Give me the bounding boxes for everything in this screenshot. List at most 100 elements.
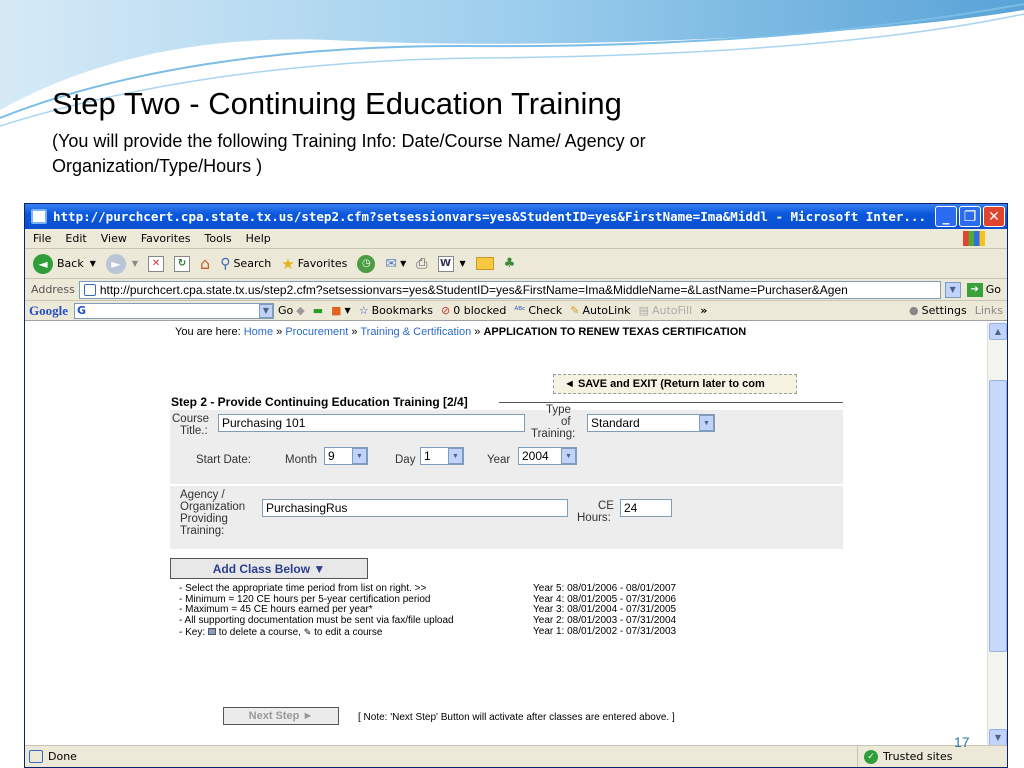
ce-hours-label-1: CE	[598, 500, 614, 512]
breadcrumb-training-link[interactable]: Training & Certification	[360, 326, 471, 338]
autolink-button[interactable]: ✎ AutoLink	[570, 304, 630, 317]
menu-bar: File Edit View Favorites Tools Help	[25, 229, 1007, 249]
print-button[interactable]: ⎙	[416, 256, 427, 272]
menu-file[interactable]: File	[33, 232, 51, 245]
google-search-value: G	[77, 304, 87, 317]
bookmarks-label: Bookmarks	[371, 304, 434, 317]
next-step-button[interactable]: Next Step ►	[223, 707, 339, 725]
save-exit-button[interactable]: ◄ SAVE and EXIT (Return later to com	[553, 374, 797, 394]
chevron-down-icon: ▼	[699, 415, 714, 431]
home-icon: ⌂	[200, 254, 211, 273]
menu-view[interactable]: View	[101, 232, 127, 245]
breadcrumb-procurement-link[interactable]: Procurement	[285, 326, 348, 338]
chevron-down-icon: ▼	[561, 448, 576, 464]
menu-tools[interactable]: Tools	[205, 232, 232, 245]
chevron-down-icon: ▼	[400, 259, 407, 268]
slide-title: Step Two - Continuing Education Training	[52, 86, 622, 121]
scroll-thumb[interactable]	[989, 380, 1007, 652]
settings-button[interactable]: ● Settings	[909, 304, 967, 317]
popup-blocker-button[interactable]: ⊘ 0 blocked	[441, 304, 506, 317]
edit-button[interactable]: W ▼	[437, 255, 466, 272]
ce-hours-input[interactable]: 24	[620, 499, 672, 517]
key-prefix: - Key:	[179, 626, 206, 638]
page-number: 17	[954, 734, 970, 750]
go-button[interactable]: ➔ Go	[966, 282, 1001, 297]
standard-toolbar: ◄ Back ▼ ► ▼ ✕ ↻ ⌂ ⚲ Search ★ Favorites …	[25, 249, 1007, 279]
chevron-down-icon[interactable]: ▼	[259, 303, 273, 318]
autolink-icon: ✎	[570, 304, 580, 317]
stop-button[interactable]: ✕	[148, 255, 165, 272]
breadcrumb-home-link[interactable]: Home	[244, 326, 273, 338]
chevron-down-icon: ▼	[344, 306, 351, 315]
close-button[interactable]: ✕	[983, 206, 1005, 227]
type-select[interactable]: Standard ▼	[587, 414, 715, 432]
agency-input[interactable]: PurchasingRus	[262, 499, 568, 517]
menu-favorites[interactable]: Favorites	[141, 232, 191, 245]
news-icon: ■	[331, 304, 342, 317]
vertical-scrollbar[interactable]: ▲ ▼	[987, 322, 1007, 747]
bookmarks-button[interactable]: ☆ Bookmarks	[359, 304, 433, 317]
forward-button[interactable]: ► ▼	[105, 253, 139, 274]
history-button[interactable]: ◷	[357, 254, 376, 273]
history-icon: ◷	[357, 254, 376, 273]
chevron-down-icon: ▼	[131, 259, 139, 268]
security-zone: ✓ Trusted sites	[857, 746, 1007, 767]
scroll-down-icon[interactable]: ▼	[989, 729, 1007, 746]
pagerank-icon[interactable]: ▬	[313, 304, 323, 317]
settings-icon: ●	[909, 304, 919, 317]
key-edit-text: to edit a course	[314, 626, 383, 638]
toolbar-overflow-button[interactable]: »	[700, 304, 707, 317]
chevron-down-icon: ◆	[296, 304, 305, 317]
stop-icon: ✕	[148, 255, 165, 272]
security-zone-text: Trusted sites	[883, 750, 953, 763]
address-input[interactable]: http://purchcert.cpa.state.tx.us/step2.c…	[78, 280, 941, 299]
google-search-input[interactable]: G ▼	[74, 302, 274, 319]
search-button[interactable]: ⚲ Search	[220, 256, 271, 272]
minimize-button[interactable]: _	[935, 206, 957, 227]
home-button[interactable]: ⌂	[200, 254, 210, 273]
slide: Step Two - Continuing Education Training…	[0, 0, 1024, 768]
google-go-button[interactable]: Go ◆	[278, 304, 305, 317]
folder-button[interactable]	[475, 257, 494, 270]
links-button[interactable]: Links	[975, 304, 1003, 317]
address-label: Address	[31, 283, 75, 296]
add-class-button[interactable]: Add Class Below ▼	[170, 558, 368, 579]
instructions-list: - Select the appropriate time period fro…	[179, 583, 539, 639]
type-label-1: Type	[546, 404, 571, 416]
edit-icon: ✎	[303, 626, 312, 637]
blocked-label: 0 blocked	[453, 304, 507, 317]
news-button[interactable]: ■ ▼	[331, 304, 351, 317]
mail-button[interactable]: ✉ ▼	[385, 256, 406, 272]
month-select[interactable]: 9 ▼	[324, 447, 368, 465]
star-outline-icon: ☆	[358, 304, 369, 317]
address-url: http://purchcert.cpa.state.tx.us/step2.c…	[99, 282, 848, 297]
course-title-input[interactable]: Purchasing 101	[218, 414, 525, 432]
year-select[interactable]: 2004 ▼	[518, 447, 577, 465]
day-select[interactable]: 1 ▼	[420, 447, 464, 465]
slide-subtitle: (You will provide the following Training…	[52, 131, 646, 176]
page-icon	[83, 283, 96, 296]
spellcheck-button[interactable]: ᴬᴮᶜ Check	[514, 304, 562, 317]
year-select-value: 2004	[522, 449, 549, 463]
messenger-button[interactable]: ♣	[504, 256, 516, 271]
chevron-down-icon: ▼	[459, 259, 466, 268]
instruction-item-key: - Key: to delete a course, ✎ to edit a c…	[179, 627, 539, 639]
scroll-up-icon[interactable]: ▲	[989, 323, 1007, 340]
restore-button[interactable]: ❐	[959, 206, 981, 227]
chevron-down-icon: ▼	[89, 259, 96, 268]
page-content: You are here: Home » Procurement » Train…	[25, 322, 987, 747]
blocked-icon: ⊘	[441, 304, 451, 317]
next-step-note: [ Note: 'Next Step' Button will activate…	[358, 712, 675, 723]
address-dropdown-icon[interactable]: ▼	[944, 281, 961, 298]
agency-label-1: Agency /	[180, 489, 225, 501]
menu-help[interactable]: Help	[246, 232, 271, 245]
course-title-label-1: Course	[172, 413, 210, 425]
favorites-button[interactable]: ★ Favorites	[281, 255, 347, 273]
agency-label-2: Organization	[180, 501, 246, 513]
agency-label-4: Training:	[180, 525, 225, 537]
back-button[interactable]: ◄ Back ▼	[33, 253, 96, 274]
print-icon: ⎙	[416, 255, 428, 272]
refresh-button[interactable]: ↻	[174, 255, 191, 272]
course-panel: Course Title.: Purchasing 101 Type of Tr…	[170, 404, 843, 484]
menu-edit[interactable]: Edit	[65, 232, 86, 245]
